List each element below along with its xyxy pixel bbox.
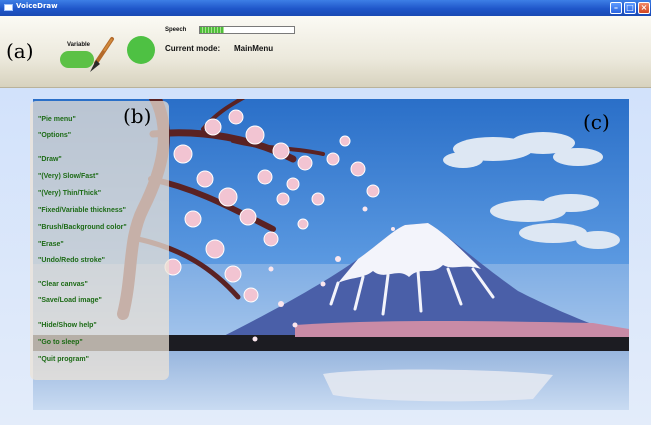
- command-color: "Brush/Background color": [38, 224, 127, 231]
- app-window: VoiceDraw – □ × (a) Variable Speech Curr…: [0, 0, 651, 425]
- toolbar: (a) Variable Speech Current mode: MainMe…: [0, 16, 651, 88]
- command-thickness-mode: "Fixed/Variable thickness": [38, 207, 126, 214]
- command-save-load: "Save/Load image": [38, 297, 102, 304]
- mode-indicator: [127, 36, 155, 64]
- speech-meter-fill: [200, 27, 224, 33]
- panel-label-b: (b): [123, 104, 152, 128]
- current-mode-value: MainMenu: [234, 44, 274, 53]
- command-undo-redo: "Undo/Redo stroke": [38, 257, 105, 264]
- maximize-button[interactable]: □: [624, 2, 636, 14]
- command-speed: "(Very) Slow/Fast": [38, 173, 99, 180]
- command-draw: "Draw": [38, 156, 62, 163]
- command-pie-menu: "Pie menu": [38, 116, 76, 123]
- panel-label-c: (c): [583, 110, 610, 134]
- minimize-button[interactable]: –: [610, 2, 622, 14]
- voice-commands-panel: (b) "Pie menu" "Options" "Draw" "(Very) …: [30, 101, 169, 380]
- main-content: (b) "Pie menu" "Options" "Draw" "(Very) …: [0, 88, 651, 425]
- app-icon: [4, 4, 13, 11]
- brush-icon: [90, 37, 114, 72]
- close-button[interactable]: ×: [638, 2, 650, 14]
- command-thickness: "(Very) Thin/Thick": [38, 190, 102, 197]
- command-sleep: "Go to sleep": [38, 339, 83, 346]
- command-quit: "Quit program": [38, 356, 89, 363]
- panel-label-a: (a): [6, 39, 34, 63]
- command-hide-show-help: "Hide/Show help": [38, 322, 97, 329]
- command-erase: "Erase": [38, 241, 64, 248]
- window-title: VoiceDraw: [16, 2, 58, 10]
- speech-label: Speech: [165, 27, 187, 33]
- command-clear-canvas: "Clear canvas": [38, 281, 88, 288]
- speech-meter: [199, 26, 295, 34]
- title-bar: VoiceDraw – □ ×: [0, 0, 651, 16]
- current-mode-label: Current mode:: [165, 44, 221, 53]
- command-options: "Options": [38, 132, 72, 139]
